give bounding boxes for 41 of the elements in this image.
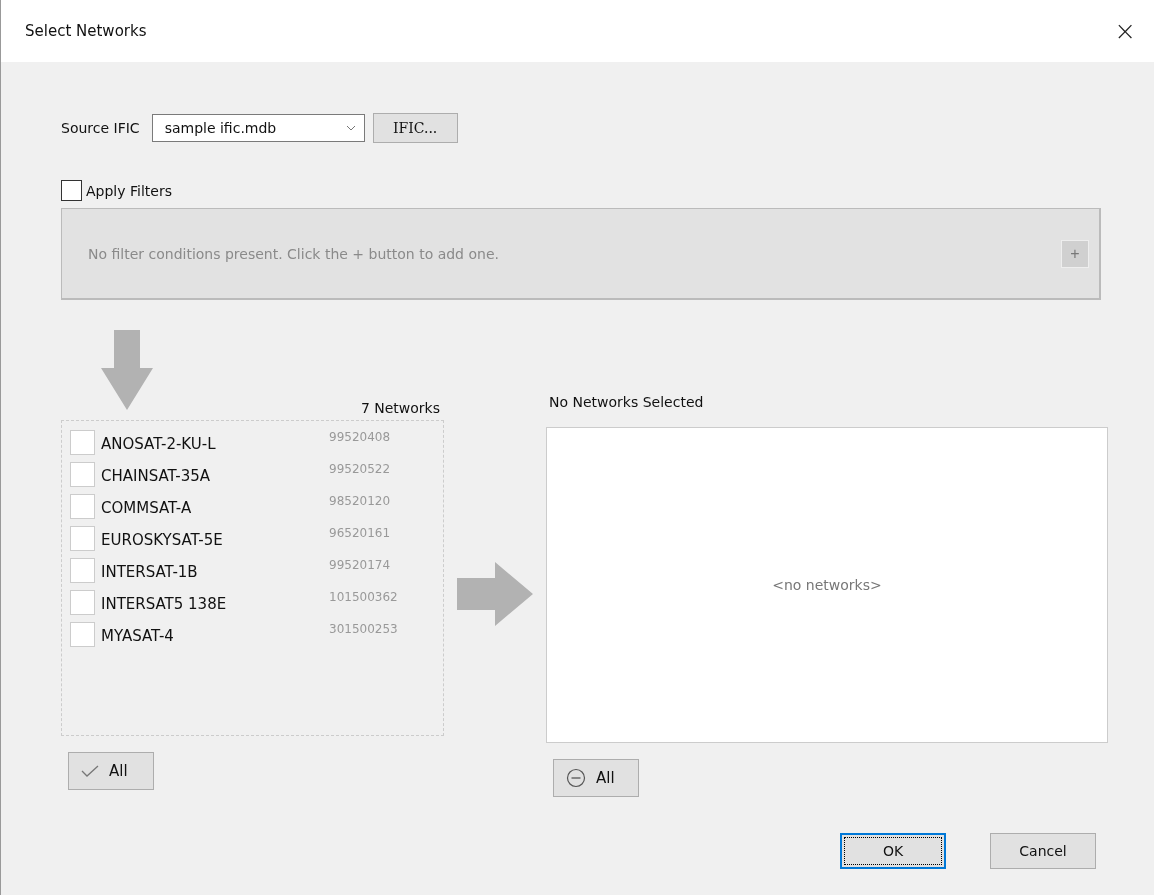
source-label: Source IFIC <box>61 120 140 136</box>
network-name: INTERSAT-1B <box>101 562 199 581</box>
network-checkbox[interactable] <box>70 494 95 519</box>
network-id: 99520408 <box>329 430 391 444</box>
ific-button[interactable]: IFIC... <box>372 113 458 143</box>
network-count: 7 Networks <box>360 400 440 416</box>
network-name: ANOSAT-2-KU-L <box>101 434 217 453</box>
network-checkbox[interactable] <box>70 622 95 647</box>
apply-filters-checkbox[interactable] <box>61 180 82 201</box>
select-all-button[interactable]: All <box>68 752 154 790</box>
network-checkbox[interactable] <box>70 558 95 583</box>
network-name: COMMSAT-A <box>101 498 193 517</box>
empty-list-text: <no networks> <box>772 577 882 593</box>
remove-all-button[interactable]: All <box>553 759 639 797</box>
chevron-down-icon <box>345 125 356 131</box>
network-id: 96520161 <box>329 526 391 540</box>
network-name: MYASAT-4 <box>101 626 175 645</box>
network-checkbox[interactable] <box>70 462 95 487</box>
window-title: Select Networks <box>25 22 147 40</box>
network-name: CHAINSAT-35A <box>101 466 212 485</box>
apply-filters-label: Apply Filters <box>86 182 172 199</box>
network-id: 301500253 <box>329 622 398 636</box>
network-id: 99520174 <box>329 558 391 572</box>
network-name: EUROSKYSAT-5E <box>101 530 224 549</box>
ok-button[interactable]: OK <box>840 833 946 869</box>
cancel-button[interactable]: Cancel <box>990 833 1096 869</box>
network-checkbox[interactable] <box>70 430 95 455</box>
close-button[interactable]: × <box>1106 16 1144 46</box>
source-dropdown[interactable]: sample ific.mdb <box>151 114 365 142</box>
network-checkbox[interactable] <box>70 590 95 615</box>
selected-title: No Networks Selected <box>549 394 705 410</box>
down-arrow-icon <box>101 330 153 410</box>
right-arrow-icon <box>457 561 533 626</box>
filter-message: No filter conditions present. Click the + button to add one. <box>88 245 499 262</box>
network-name: INTERSAT5 138E <box>101 594 228 613</box>
minus-circle-icon <box>566 768 586 788</box>
network-id: 99520522 <box>329 462 391 476</box>
network-checkbox[interactable] <box>70 526 95 551</box>
network-id: 98520120 <box>329 494 391 508</box>
checkmark-icon <box>81 765 99 777</box>
network-id: 101500362 <box>329 590 398 604</box>
